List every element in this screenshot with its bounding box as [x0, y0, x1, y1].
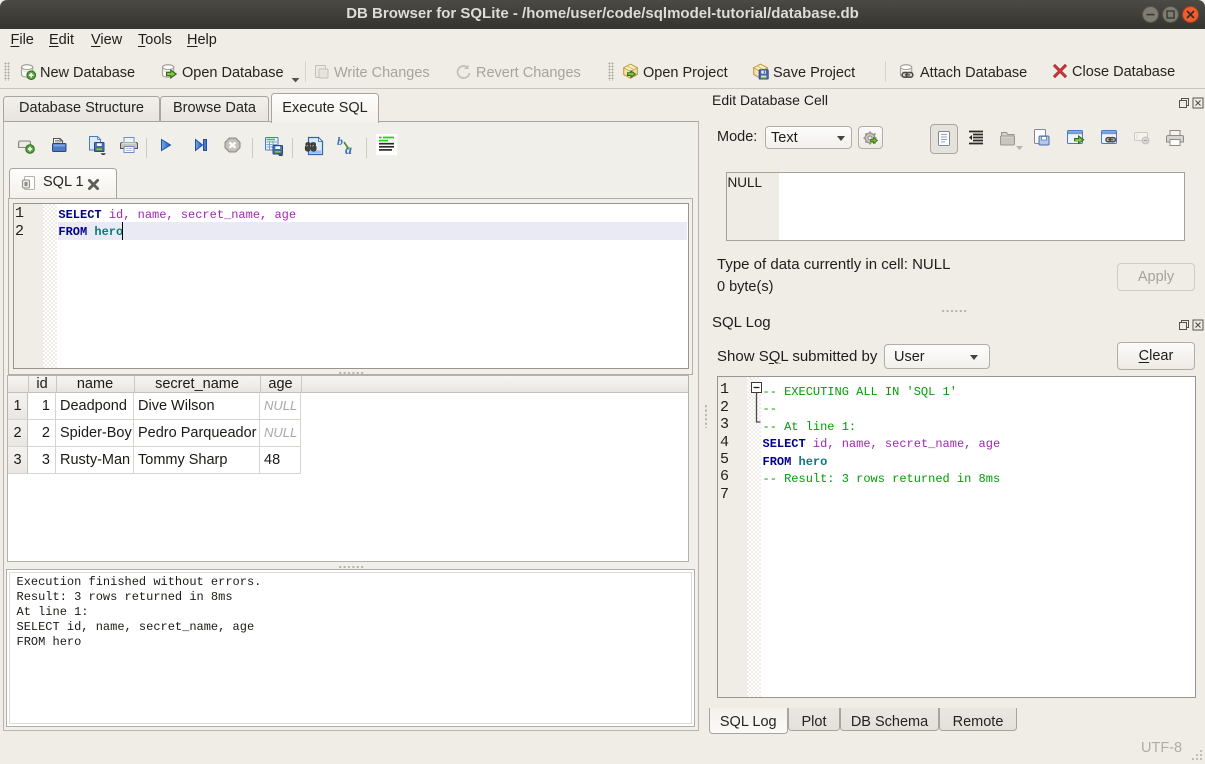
svg-text:b: b [337, 135, 343, 148]
